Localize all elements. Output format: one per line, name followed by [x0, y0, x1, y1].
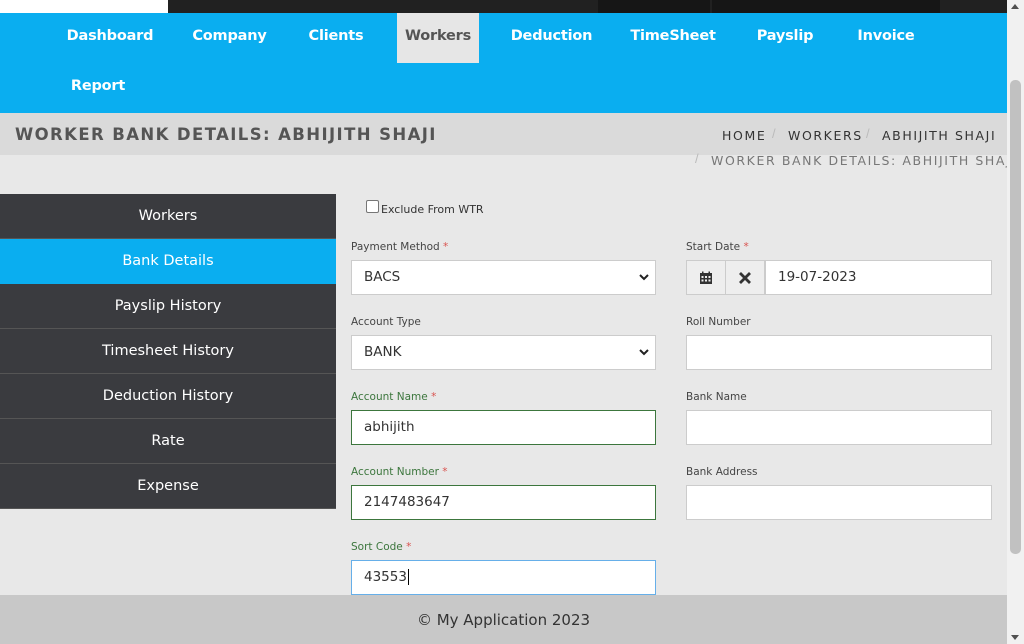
required-marker: *	[743, 241, 749, 253]
nav-report[interactable]: Report	[62, 63, 134, 113]
account-type-value: BANK	[364, 344, 402, 360]
text-cursor	[407, 569, 409, 585]
required-marker: *	[443, 241, 449, 253]
bank-address-label: Bank Address	[686, 466, 758, 478]
page-title: WORKER BANK DETAILS: ABHIJITH SHAJI	[15, 125, 437, 144]
sort-code-input[interactable]: 43553	[351, 560, 656, 595]
start-date-value: 19-07-2023	[778, 269, 857, 285]
account-number-label-text: Account Number	[351, 466, 439, 478]
calendar-button[interactable]	[686, 260, 726, 295]
sidebar-item-workers[interactable]: Workers	[0, 194, 336, 239]
nav-clients[interactable]: Clients	[298, 13, 374, 63]
chevron-down-icon	[639, 349, 649, 356]
breadcrumb-worker-name[interactable]: ABHIJITH SHAJI	[882, 128, 996, 143]
page-scrollbar[interactable]	[1007, 0, 1024, 644]
account-type-select[interactable]: BANK	[351, 335, 656, 370]
start-date-label-text: Start Date	[686, 241, 741, 253]
breadcrumb-separator: /	[866, 126, 870, 141]
required-marker: *	[406, 541, 412, 553]
start-date-input[interactable]: 19-07-2023	[765, 260, 992, 295]
exclude-wtr-row: Exclude From WTR	[366, 197, 484, 216]
payment-method-label-text: Payment Method	[351, 241, 440, 253]
sort-code-value: 43553	[364, 569, 407, 585]
breadcrumb-workers[interactable]: WORKERS	[788, 128, 863, 143]
chevron-down-icon	[639, 274, 649, 281]
top-strip-segment	[598, 0, 710, 13]
required-marker: *	[431, 391, 437, 403]
nav-payslip[interactable]: Payslip	[745, 13, 825, 63]
payment-method-label: Payment Method *	[351, 241, 448, 253]
account-name-label-text: Account Name	[351, 391, 428, 403]
breadcrumb-current: WORKER BANK DETAILS: ABHIJITH SHAJI	[711, 153, 1017, 168]
sidebar-item-deduction-history[interactable]: Deduction History	[0, 374, 336, 419]
account-number-value: 2147483647	[364, 494, 450, 510]
bank-address-input[interactable]	[686, 485, 992, 520]
breadcrumb-home[interactable]: HOME	[722, 128, 766, 143]
payment-method-value: BACS	[364, 269, 401, 285]
footer-copyright: © My Application 2023	[416, 611, 591, 629]
top-strip-segment	[712, 0, 940, 13]
nav-invoice[interactable]: Invoice	[845, 13, 927, 63]
account-name-input[interactable]: abhijith	[351, 410, 656, 445]
nav-dashboard[interactable]: Dashboard	[60, 13, 160, 63]
nav-company[interactable]: Company	[180, 13, 279, 63]
account-type-label: Account Type	[351, 316, 421, 328]
calendar-icon	[700, 271, 712, 284]
sidebar-item-bank-details[interactable]: Bank Details	[0, 239, 336, 284]
nav-workers[interactable]: Workers	[397, 13, 479, 63]
sidebar-item-expense[interactable]: Expense	[0, 464, 336, 509]
bank-name-input[interactable]	[686, 410, 992, 445]
account-number-input[interactable]: 2147483647	[351, 485, 656, 520]
nav-deduction[interactable]: Deduction	[503, 13, 600, 63]
sidebar-item-rate[interactable]: Rate	[0, 419, 336, 464]
top-strip	[0, 0, 1007, 13]
scroll-down-arrow-icon[interactable]	[1011, 635, 1019, 640]
exclude-wtr-checkbox[interactable]	[366, 200, 379, 213]
breadcrumb-separator: /	[772, 126, 776, 141]
sidebar-item-timesheet-history[interactable]: Timesheet History	[0, 329, 336, 374]
exclude-wtr-label: Exclude From WTR	[381, 203, 484, 216]
payment-method-select[interactable]: BACS	[351, 260, 656, 295]
page-header: WORKER BANK DETAILS: ABHIJITH SHAJI HOME…	[0, 113, 1007, 155]
account-number-label: Account Number *	[351, 466, 448, 478]
clear-date-button[interactable]	[725, 260, 765, 295]
breadcrumb-separator: /	[695, 151, 699, 166]
account-name-value: abhijith	[364, 419, 415, 435]
close-icon	[739, 272, 751, 284]
start-date-label: Start Date *	[686, 241, 749, 253]
roll-number-input[interactable]	[686, 335, 992, 370]
worker-sidebar: Workers Bank Details Payslip History Tim…	[0, 194, 336, 509]
account-name-label: Account Name *	[351, 391, 436, 403]
main-nav: Dashboard Company Clients Workers Deduct…	[0, 13, 1007, 113]
bank-name-label: Bank Name	[686, 391, 747, 403]
sidebar-item-payslip-history[interactable]: Payslip History	[0, 284, 336, 329]
footer: © My Application 2023	[0, 595, 1007, 644]
roll-number-label: Roll Number	[686, 316, 751, 328]
nav-timesheet[interactable]: TimeSheet	[620, 13, 726, 63]
logo-area	[0, 0, 168, 13]
scroll-thumb[interactable]	[1010, 80, 1021, 554]
sort-code-label: Sort Code *	[351, 541, 411, 553]
required-marker: *	[442, 466, 448, 478]
sort-code-label-text: Sort Code	[351, 541, 403, 553]
scroll-up-arrow-icon[interactable]	[1011, 4, 1019, 9]
